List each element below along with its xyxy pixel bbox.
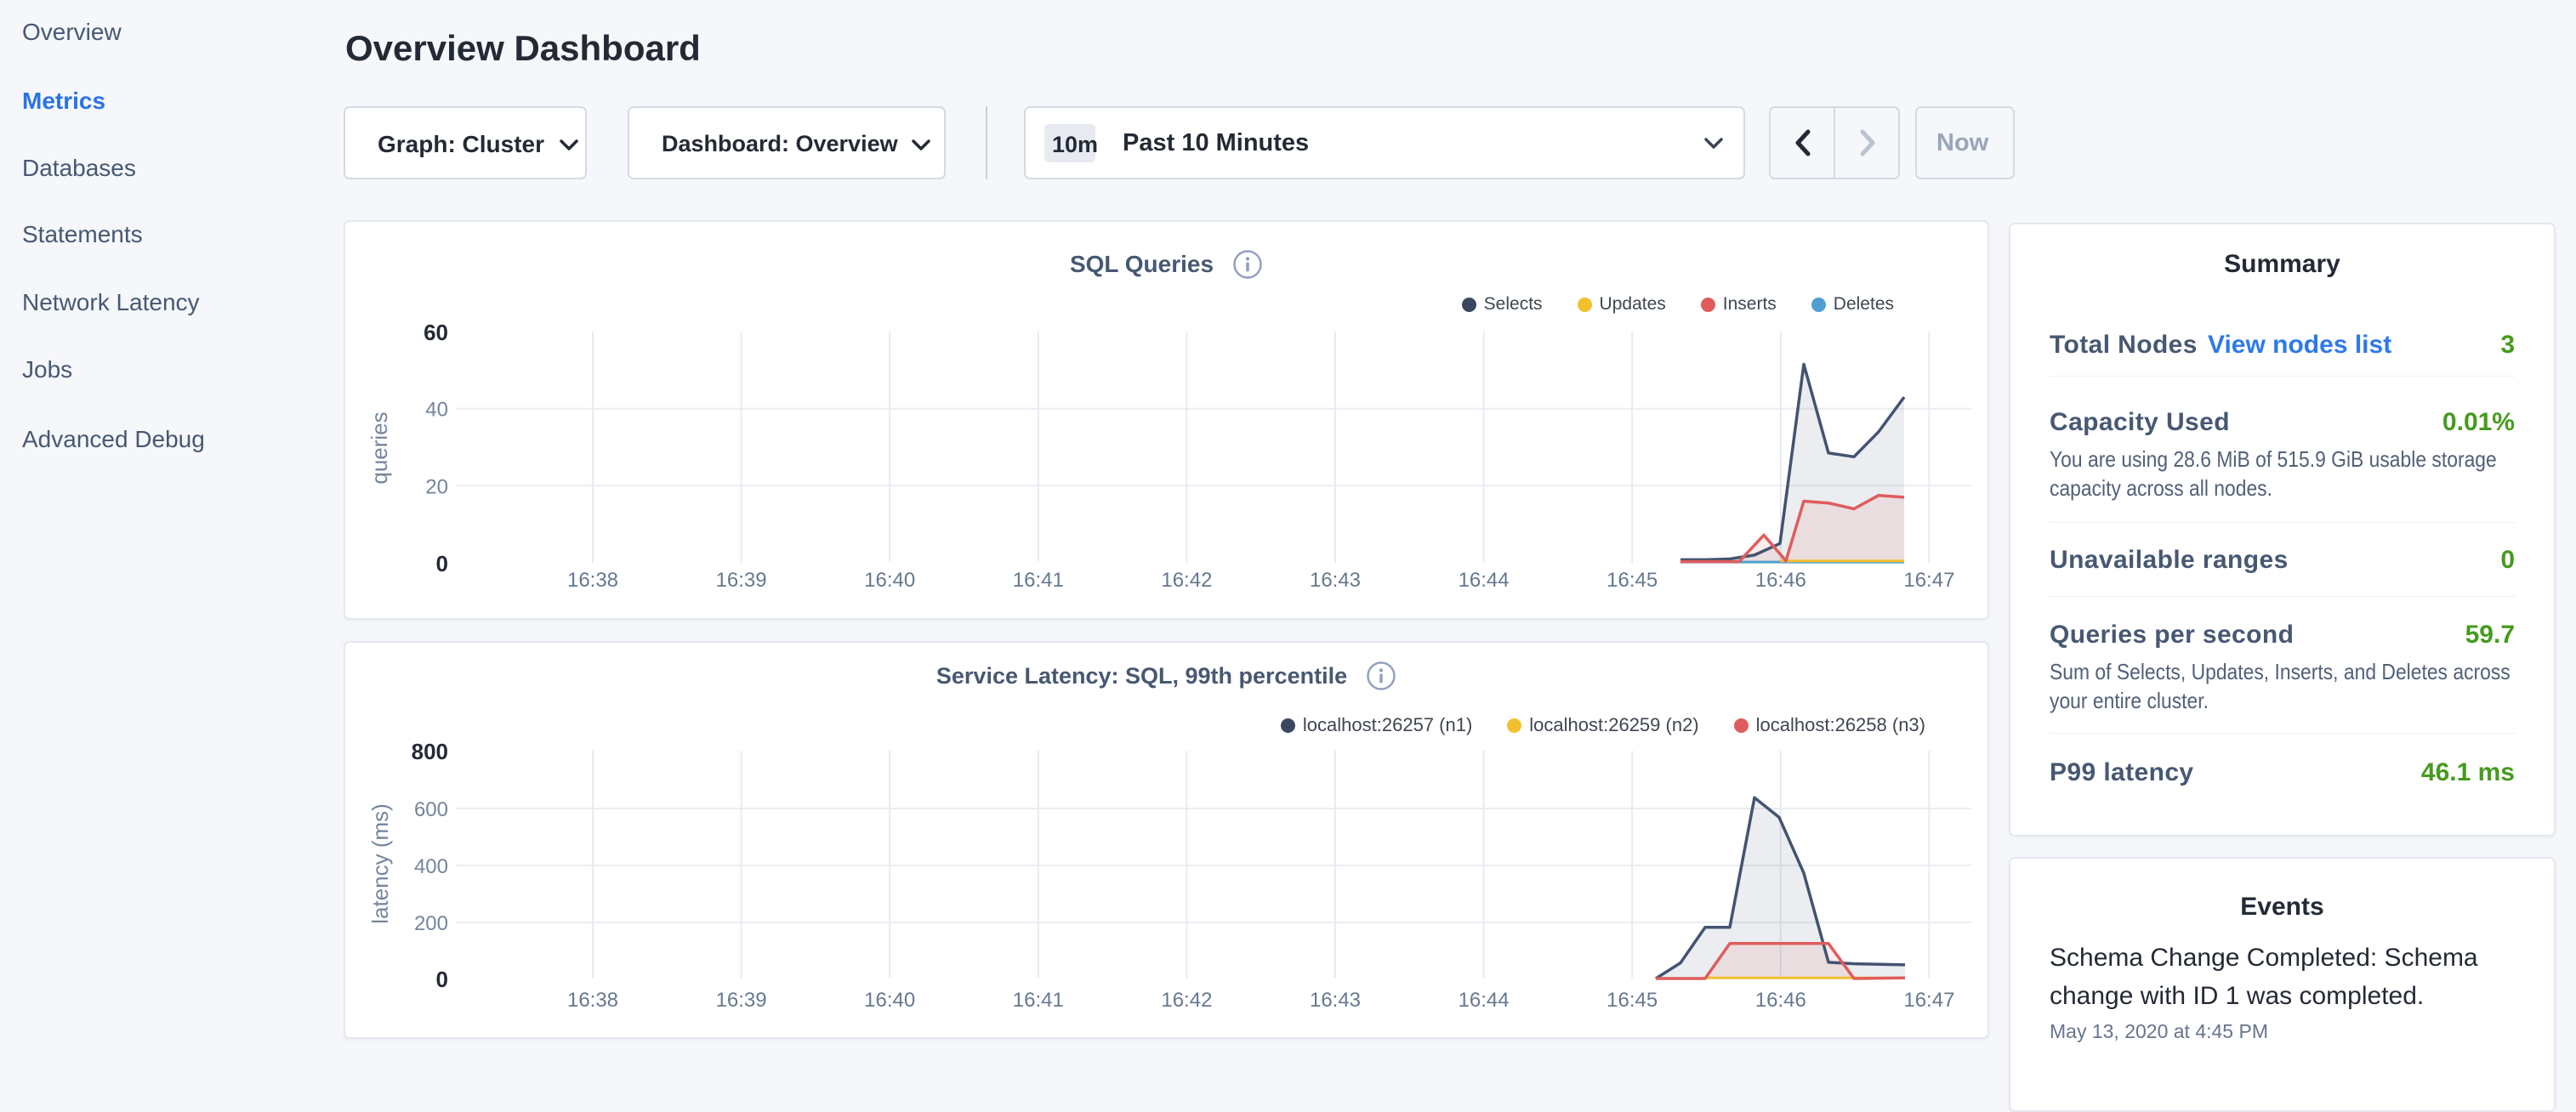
svg-text:16:40: 16:40 (864, 569, 915, 592)
svg-text:16:41: 16:41 (1013, 989, 1064, 1012)
svg-text:16:39: 16:39 (716, 989, 767, 1012)
svg-text:queries: queries (367, 411, 392, 484)
svg-text:200: 200 (414, 912, 448, 935)
svg-text:16:43: 16:43 (1310, 569, 1361, 592)
svg-text:16:47: 16:47 (1903, 569, 1954, 592)
svg-text:16:45: 16:45 (1606, 989, 1658, 1012)
svg-text:600: 600 (414, 798, 448, 821)
svg-text:0: 0 (436, 967, 448, 992)
svg-text:16:38: 16:38 (567, 989, 618, 1012)
svg-text:20: 20 (425, 475, 448, 498)
svg-text:800: 800 (412, 739, 448, 764)
svg-text:16:42: 16:42 (1161, 989, 1212, 1012)
svg-text:16:38: 16:38 (567, 569, 618, 592)
svg-text:16:46: 16:46 (1755, 989, 1806, 1012)
svg-text:16:42: 16:42 (1161, 569, 1212, 592)
svg-text:16:47: 16:47 (1903, 989, 1954, 1012)
svg-text:16:44: 16:44 (1459, 989, 1510, 1012)
svg-text:60: 60 (424, 320, 448, 345)
svg-text:16:45: 16:45 (1606, 569, 1658, 592)
svg-text:16:43: 16:43 (1310, 989, 1361, 1012)
svg-text:16:39: 16:39 (716, 569, 767, 592)
svg-text:0: 0 (436, 551, 448, 576)
svg-text:16:41: 16:41 (1013, 569, 1064, 592)
svg-text:16:44: 16:44 (1459, 569, 1510, 592)
svg-text:400: 400 (414, 855, 448, 878)
svg-text:16:46: 16:46 (1755, 569, 1806, 592)
svg-text:40: 40 (425, 399, 448, 422)
svg-text:latency (ms): latency (ms) (367, 803, 393, 924)
svg-text:16:40: 16:40 (864, 989, 915, 1012)
